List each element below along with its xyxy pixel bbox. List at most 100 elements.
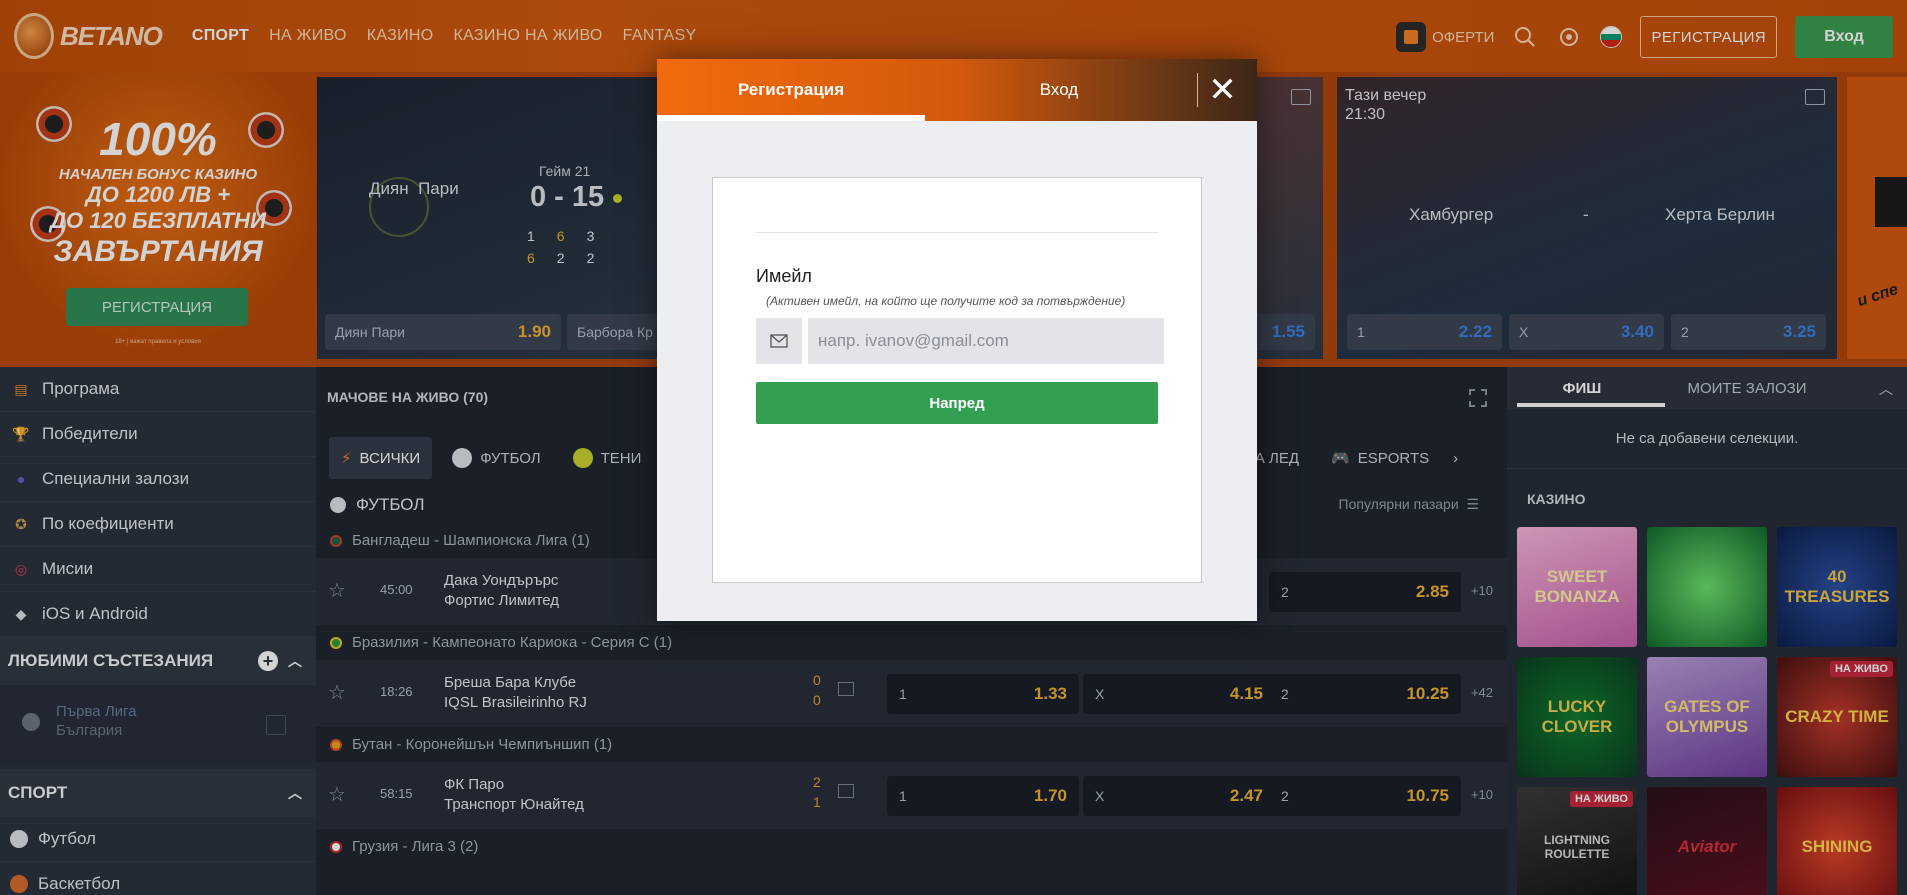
register-button[interactable]: РЕГИСТРАЦИЯ (1640, 16, 1777, 58)
close-icon[interactable]: ✕ (1197, 71, 1247, 109)
nav-casino[interactable]: КАЗИНО (367, 27, 434, 45)
email-hint: (Активен имейл, на който ще получите код… (766, 294, 1126, 308)
game-tile[interactable]: 40 TREASURES (1777, 527, 1897, 647)
player2-name: Пари (418, 179, 459, 198)
promo-line5: ЗАВЪРТАНИЯ (53, 235, 263, 268)
more-markets[interactable]: +10 (1471, 583, 1493, 598)
game-tile[interactable]: SHINING (1777, 787, 1897, 895)
nav-live-casino[interactable]: КАЗИНО НА ЖИВО (454, 27, 603, 45)
nav-live[interactable]: НА ЖИВО (269, 27, 347, 45)
favorite-competition[interactable]: Първа Лига България (0, 685, 316, 765)
betano-logo[interactable]: BETANO (14, 13, 163, 59)
more-markets[interactable]: +42 (1471, 685, 1493, 700)
team-away: Фортис Лимитед (444, 592, 560, 609)
stats-icon[interactable] (838, 784, 854, 798)
game-tile[interactable]: GATES OF OLYMPUS (1647, 657, 1767, 777)
email-label: Имейл (756, 266, 812, 286)
promo-register-button[interactable]: РЕГИСТРАЦИЯ (66, 288, 248, 326)
live-badge: НА ЖИВО (1569, 791, 1633, 807)
teams-separator: - (1583, 205, 1589, 224)
match-row[interactable]: ☆ 18:26 Бреша Бара Клубе IQSL Brasileiri… (316, 660, 1507, 727)
score-home: 2 (813, 774, 821, 790)
game-tile[interactable]: LUCKY CLOVER (1517, 657, 1637, 777)
tabs-next-arrow[interactable]: › (1449, 437, 1462, 479)
league-row[interactable]: Бразилия - Кампеонато Кариока - Серия С … (316, 625, 1507, 660)
odds-away[interactable]: 2 3.25 (1671, 314, 1826, 350)
odds-button[interactable]: 2 10.75 (1269, 776, 1461, 816)
sidebar-item-by-odds[interactable]: ✪ По коефициенти (0, 502, 316, 547)
game-tile[interactable] (1647, 527, 1767, 647)
more-markets[interactable]: +10 (1471, 787, 1493, 802)
tab-football[interactable]: ФУТБОЛ (440, 437, 552, 479)
promo-line3: ДО 1200 ЛВ + (85, 182, 231, 207)
video-icon[interactable] (1805, 89, 1825, 105)
sidebar-item-apps[interactable]: ◆ iOS и Android (0, 592, 316, 637)
sidebar-item-missions[interactable]: ◎ Мисии (0, 547, 316, 592)
tab-tennis[interactable]: ТЕНИ (561, 437, 654, 479)
popular-markets-link[interactable]: Популярни пазари ☰ (1339, 496, 1479, 513)
tab-betslip[interactable]: ФИШ (1507, 367, 1657, 409)
offers-link[interactable]: ОФЕРТИ (1396, 22, 1494, 52)
match-row[interactable]: ☆ 58:15 ФК Паро Транспорт Юнайтед 2 1 1 … (316, 762, 1507, 829)
game-tile[interactable]: Aviator (1647, 787, 1767, 895)
odds-button[interactable]: X 4.15 (1083, 674, 1275, 714)
bulgaria-flag-icon[interactable] (1600, 26, 1623, 48)
tab-esports[interactable]: 🎮 ESPORTS (1319, 437, 1441, 479)
sidebar-item-football[interactable]: Футбол (0, 817, 316, 862)
tab-login[interactable]: Вход (925, 59, 1193, 121)
sidebar-item-winners[interactable]: 🏆 Победители (0, 412, 316, 457)
odds-button[interactable]: 1 1.70 (887, 776, 1079, 816)
casino-bonus-promo[interactable]: 100% НАЧАЛЕН БОНУС КАЗИНО ДО 1200 ЛВ + Д… (0, 72, 316, 367)
team-home: ФК Паро (444, 776, 505, 793)
login-button[interactable]: Вход (1795, 16, 1893, 58)
set-scores-row1: 1 6 3 (527, 228, 595, 244)
nav-fantasy[interactable]: FANTASY (623, 27, 697, 45)
sport-filter-tabs: ⚡ ВСИЧКИ ФУТБОЛ ТЕНИ (329, 437, 653, 479)
game-tile[interactable]: SWEET BONANZA (1517, 527, 1637, 647)
sidebar-item-special-bets[interactable]: ● Специални залози (0, 457, 316, 502)
search-icon[interactable] (1512, 24, 1538, 50)
sidebar-item-program[interactable]: ▤ Програма (0, 367, 316, 412)
odds-player2[interactable]: Барбора Кр (567, 314, 657, 350)
football-match-card[interactable]: Тази вечер 21:30 Хамбургер - Херта Берли… (1337, 77, 1837, 359)
add-favorite-icon[interactable]: + (258, 651, 278, 671)
odds-home[interactable]: 1 2.22 (1347, 314, 1502, 350)
team-home: Дака Уондърърс (444, 572, 559, 589)
support-icon[interactable] (1556, 24, 1582, 50)
nav-sport[interactable]: СПОРТ (192, 27, 249, 45)
tab-my-bets[interactable]: МОИТЕ ЗАЛОЗИ (1657, 367, 1837, 409)
game-tile[interactable]: НА ЖИВО LIGHTNING ROULETTE (1517, 787, 1637, 895)
game-label: Гейм 21 (539, 163, 591, 179)
tab-register[interactable]: Регистрация (657, 59, 925, 121)
stats-icon[interactable] (838, 682, 854, 696)
star-icon[interactable]: ☆ (328, 680, 346, 705)
sidebar-item-basketball[interactable]: Баскетбол (0, 862, 316, 895)
odds-button[interactable]: 2 10.25 (1269, 674, 1461, 714)
chevron-up-icon[interactable]: ︿ (1879, 379, 1893, 399)
star-icon[interactable]: ☆ (328, 578, 346, 603)
odds-button[interactable]: 1 1.33 (887, 674, 1079, 714)
odds-draw[interactable]: X 3.40 (1509, 314, 1664, 350)
sport-header[interactable]: СПОРТ ︿ (0, 769, 316, 817)
star-icon[interactable]: ☆ (328, 782, 346, 807)
team-away: IQSL Brasileirinho RJ (444, 694, 587, 711)
odds-player1[interactable]: Диян Пари 1.90 (325, 314, 561, 350)
score-home: 0 (813, 672, 821, 688)
favorite-checkbox[interactable] (266, 715, 286, 735)
basketball-icon (10, 875, 28, 893)
live-tennis-card[interactable]: Диян Пари Гейм 21 0 - 15 1 6 3 6 2 2 Дия… (317, 77, 657, 359)
league-row[interactable]: Бутан - Коронейшън Чемпиъншип (1) (316, 727, 1507, 762)
fullscreen-icon[interactable] (1469, 389, 1487, 407)
league-row[interactable]: Грузия - Лига 3 (2) (316, 829, 1507, 864)
chevron-up-icon[interactable]: ︿ (288, 651, 302, 671)
odds-button[interactable]: 2 2.85 (1269, 572, 1461, 612)
favorites-header[interactable]: ЛЮБИМИ СЪСТЕЗАНИЯ + ︿ (0, 637, 316, 685)
odds-button[interactable]: X 2.47 (1083, 776, 1275, 816)
right-promo-banner[interactable]: и спе (1847, 77, 1907, 359)
email-field[interactable] (808, 318, 1164, 364)
away-team: Херта Берлин (1665, 205, 1775, 224)
tab-all[interactable]: ⚡ ВСИЧКИ (329, 437, 433, 479)
next-button[interactable]: Напред (756, 382, 1158, 424)
chevron-up-icon[interactable]: ︿ (288, 783, 302, 803)
game-tile[interactable]: НА ЖИВО CRAZY TIME (1777, 657, 1897, 777)
